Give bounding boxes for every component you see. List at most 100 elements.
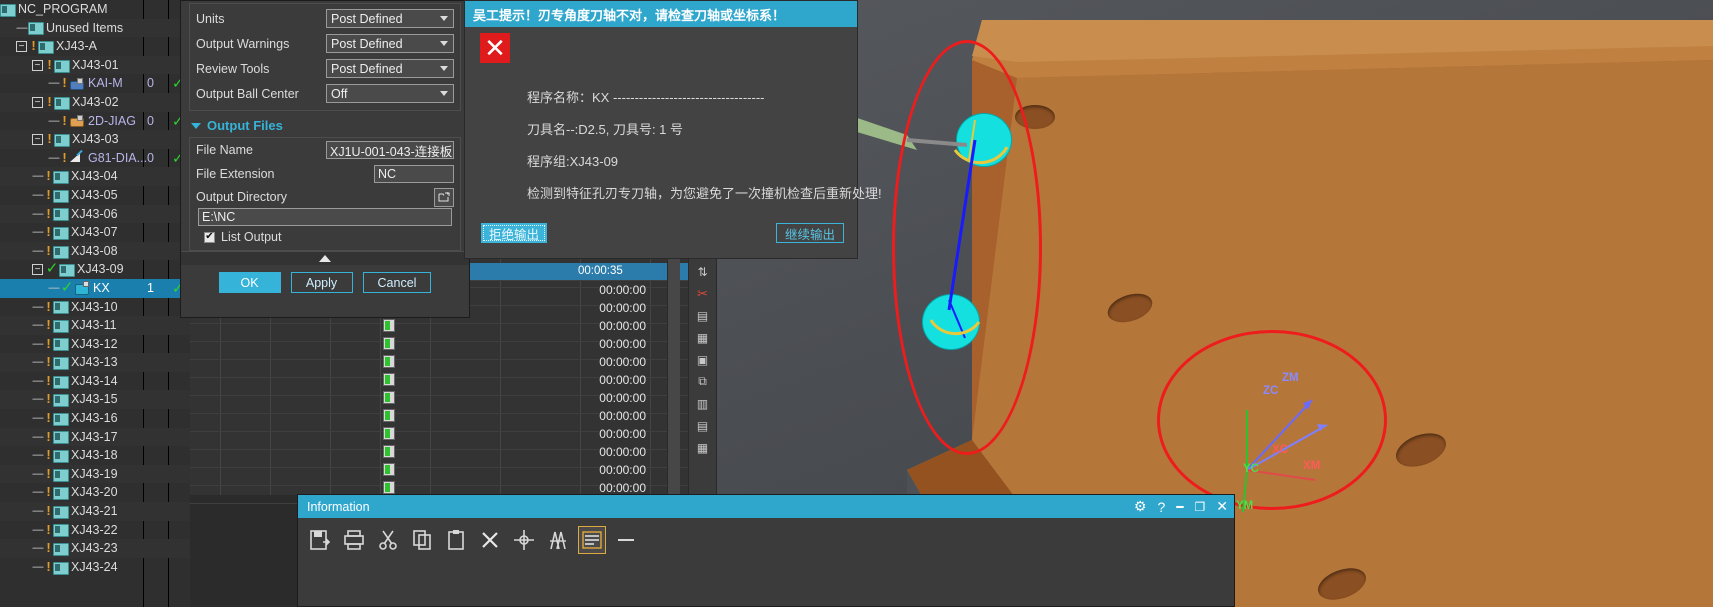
information-text-area[interactable] [298, 562, 1234, 606]
cut-icon[interactable] [374, 526, 402, 554]
tree-expander-icon[interactable]: − [16, 40, 27, 52]
field-output-warnings[interactable]: Output Warnings Post Defined [190, 31, 460, 56]
output-files-section-header[interactable]: Output Files [181, 113, 469, 137]
sidebar-item-xj43-a[interactable]: −! XJ43-A [0, 37, 190, 56]
gear-icon[interactable]: ⚙ [1134, 498, 1147, 515]
sidebar-item-xj43-18[interactable]: —! XJ43-18 [0, 446, 190, 465]
sidebar-item-xj43-21[interactable]: —! XJ43-21 [0, 502, 190, 521]
operation-toolbar[interactable]: ⇅ ✂ ▤ ▦ ▣ ⧉ ▥ ▤ ▦ [688, 258, 717, 495]
output-warnings-combobox[interactable]: Post Defined [326, 34, 454, 53]
compare-icon[interactable] [544, 526, 572, 554]
field-file-name[interactable]: File Name XJ1U-001-043-连接板 [190, 138, 460, 162]
sidebar-item-unused-items[interactable]: — Unused Items [0, 18, 190, 38]
file-name-input[interactable]: XJ1U-001-043-连接板 [326, 141, 454, 159]
folder-open-icon[interactable] [434, 187, 454, 207]
information-toolbar[interactable] [298, 518, 1234, 562]
field-output-directory[interactable]: Output Directory [190, 186, 460, 208]
post-process-dialog[interactable]: Units Post Defined Output Warnings Post … [180, 0, 470, 318]
tool-axis-warning-dialog[interactable]: 吴工提示！刃专角度刀轴不对，请检查刀轴或坐标系！ ✕ 程序名称：KX -----… [464, 0, 882, 259]
sidebar-item-xj43-03[interactable]: −! XJ43-03 [0, 130, 190, 149]
chevron-up-icon[interactable] [319, 255, 331, 262]
sidebar-item-xj43-11[interactable]: —! XJ43-11 [0, 316, 190, 335]
sidebar-item-xj43-13[interactable]: —! XJ43-13 [0, 353, 190, 372]
sidebar-item-xj43-14[interactable]: —! XJ43-14 [0, 372, 190, 391]
tree-item-count: 0 [147, 150, 154, 165]
sidebar-item-xj43-24[interactable]: —! XJ43-24 [0, 558, 190, 577]
arrow-updown-icon[interactable]: ⇅ [692, 262, 713, 281]
copy-icon[interactable] [408, 526, 436, 554]
tree-expander-icon[interactable]: − [32, 133, 43, 145]
continue-output-button[interactable]: 继续输出 [776, 223, 845, 243]
sidebar-item-xj43-20[interactable]: —! XJ43-20 [0, 483, 190, 502]
minus-icon[interactable] [612, 526, 640, 554]
information-window[interactable]: Information ⚙ ? ━ ❐ ✕ [297, 494, 1235, 607]
list-output-checkbox-row[interactable]: ✔ List Output [190, 226, 460, 244]
sidebar-item-xj43-19[interactable]: —! XJ43-19 [0, 464, 190, 484]
move-icon[interactable] [510, 526, 538, 554]
wordwrap-icon[interactable] [578, 526, 606, 554]
field-output-ball-center[interactable]: Output Ball Center Off [190, 81, 460, 106]
sidebar-item-xj43-05[interactable]: —! XJ43-05 [0, 186, 190, 205]
help-icon[interactable]: ? [1157, 499, 1165, 515]
information-title-bar[interactable]: Information ⚙ ? ━ ❐ ✕ [298, 495, 1234, 518]
sidebar-item-xj43-07[interactable]: —! XJ43-07 [0, 223, 190, 242]
delete-icon[interactable] [476, 526, 504, 554]
document-icon[interactable]: ▤ [692, 416, 713, 435]
operation-navigator-tree[interactable]: NC_PROGRAM — Unused Items −! XJ43-A −! XJ43-01… [0, 0, 190, 607]
field-units[interactable]: Units Post Defined [190, 6, 460, 31]
tree-expander-icon[interactable]: − [32, 59, 43, 71]
grid-icon[interactable]: ▦ [692, 328, 713, 347]
print-icon[interactable] [340, 526, 368, 554]
sidebar-item-xj43-10[interactable]: —! XJ43-10 [0, 298, 190, 317]
sidebar-item-kx[interactable]: — ✓ KX 1 ✓ [0, 278, 190, 298]
file-extension-input[interactable]: NC [374, 165, 454, 183]
sidebar-item-xj43-04[interactable]: —! XJ43-04 [0, 167, 190, 186]
dialog-collapse-strip[interactable] [181, 251, 469, 265]
sidebar-item-xj43-09[interactable]: − ✓ XJ43-09 [0, 260, 190, 279]
cancel-button[interactable]: Cancel [362, 272, 432, 293]
list-output-checkbox[interactable]: ✔ [204, 231, 215, 243]
sidebar-item-xj43-23[interactable]: —! XJ43-23 [0, 539, 190, 558]
save-as-icon[interactable] [306, 526, 334, 554]
clipboard-icon[interactable]: ▣ [692, 350, 713, 369]
minimize-icon[interactable]: ━ [1176, 500, 1183, 514]
tree-expander-icon[interactable]: − [32, 96, 43, 108]
units-combobox[interactable]: Post Defined [326, 9, 454, 28]
output-directory-input[interactable]: E:\NC [198, 208, 452, 226]
output-directory-path-row[interactable]: E:\NC [190, 208, 460, 226]
sidebar-item-xj43-22[interactable]: —! XJ43-22 [0, 521, 190, 540]
review-tools-combobox[interactable]: Post Defined [326, 59, 454, 78]
field-file-extension[interactable]: File Extension NC [190, 162, 460, 186]
sidebar-item-g81-dia-[interactable]: —! G81-DIA... 0 ✓ [0, 149, 190, 168]
chevron-down-icon[interactable] [191, 122, 201, 129]
sidebar-item-xj43-17[interactable]: —! XJ43-17 [0, 427, 190, 447]
ok-button[interactable]: OK [218, 272, 281, 293]
sidebar-item-kai-m[interactable]: —! KAI-M 0 ✓ [0, 74, 190, 93]
chevron-down-icon[interactable] [440, 41, 448, 46]
sidebar-item-xj43-06[interactable]: —! XJ43-06 [0, 204, 190, 224]
close-icon[interactable]: ✕ [1216, 498, 1228, 515]
sidebar-item-xj43-01[interactable]: −! XJ43-01 [0, 55, 190, 75]
sidebar-item-nc-program[interactable]: NC_PROGRAM [0, 0, 190, 19]
paste-icon[interactable] [442, 526, 470, 554]
sidebar-item-xj43-12[interactable]: —! XJ43-12 [0, 335, 190, 354]
sidebar-item-2d-jiag[interactable]: —! 2D-JIAG 0 ✓ [0, 112, 190, 131]
reject-output-button[interactable]: 拒绝输出 [481, 223, 548, 243]
chevron-down-icon[interactable] [440, 16, 448, 21]
output-ball-center-combobox[interactable]: Off [326, 84, 454, 103]
apply-button[interactable]: Apply [290, 272, 353, 293]
cut-tool-red-icon[interactable]: ✂ [692, 284, 713, 303]
field-review-tools[interactable]: Review Tools Post Defined [190, 56, 460, 81]
sidebar-item-xj43-08[interactable]: —! XJ43-08 [0, 241, 190, 261]
maximize-icon[interactable]: ❐ [1195, 500, 1206, 514]
list-icon[interactable]: ▤ [692, 306, 713, 325]
tree-expander-icon[interactable]: − [32, 264, 43, 276]
sidebar-item-xj43-15[interactable]: —! XJ43-15 [0, 390, 190, 410]
sidebar-item-xj43-16[interactable]: —! XJ43-16 [0, 409, 190, 428]
chevron-down-icon[interactable] [440, 91, 448, 96]
paste-icon[interactable]: ▥ [692, 394, 713, 413]
sidebar-item-xj43-02[interactable]: −! XJ43-02 [0, 92, 190, 112]
chevron-down-icon[interactable] [440, 66, 448, 71]
table-icon[interactable]: ▦ [692, 438, 713, 457]
copy-icon[interactable]: ⧉ [692, 372, 713, 391]
